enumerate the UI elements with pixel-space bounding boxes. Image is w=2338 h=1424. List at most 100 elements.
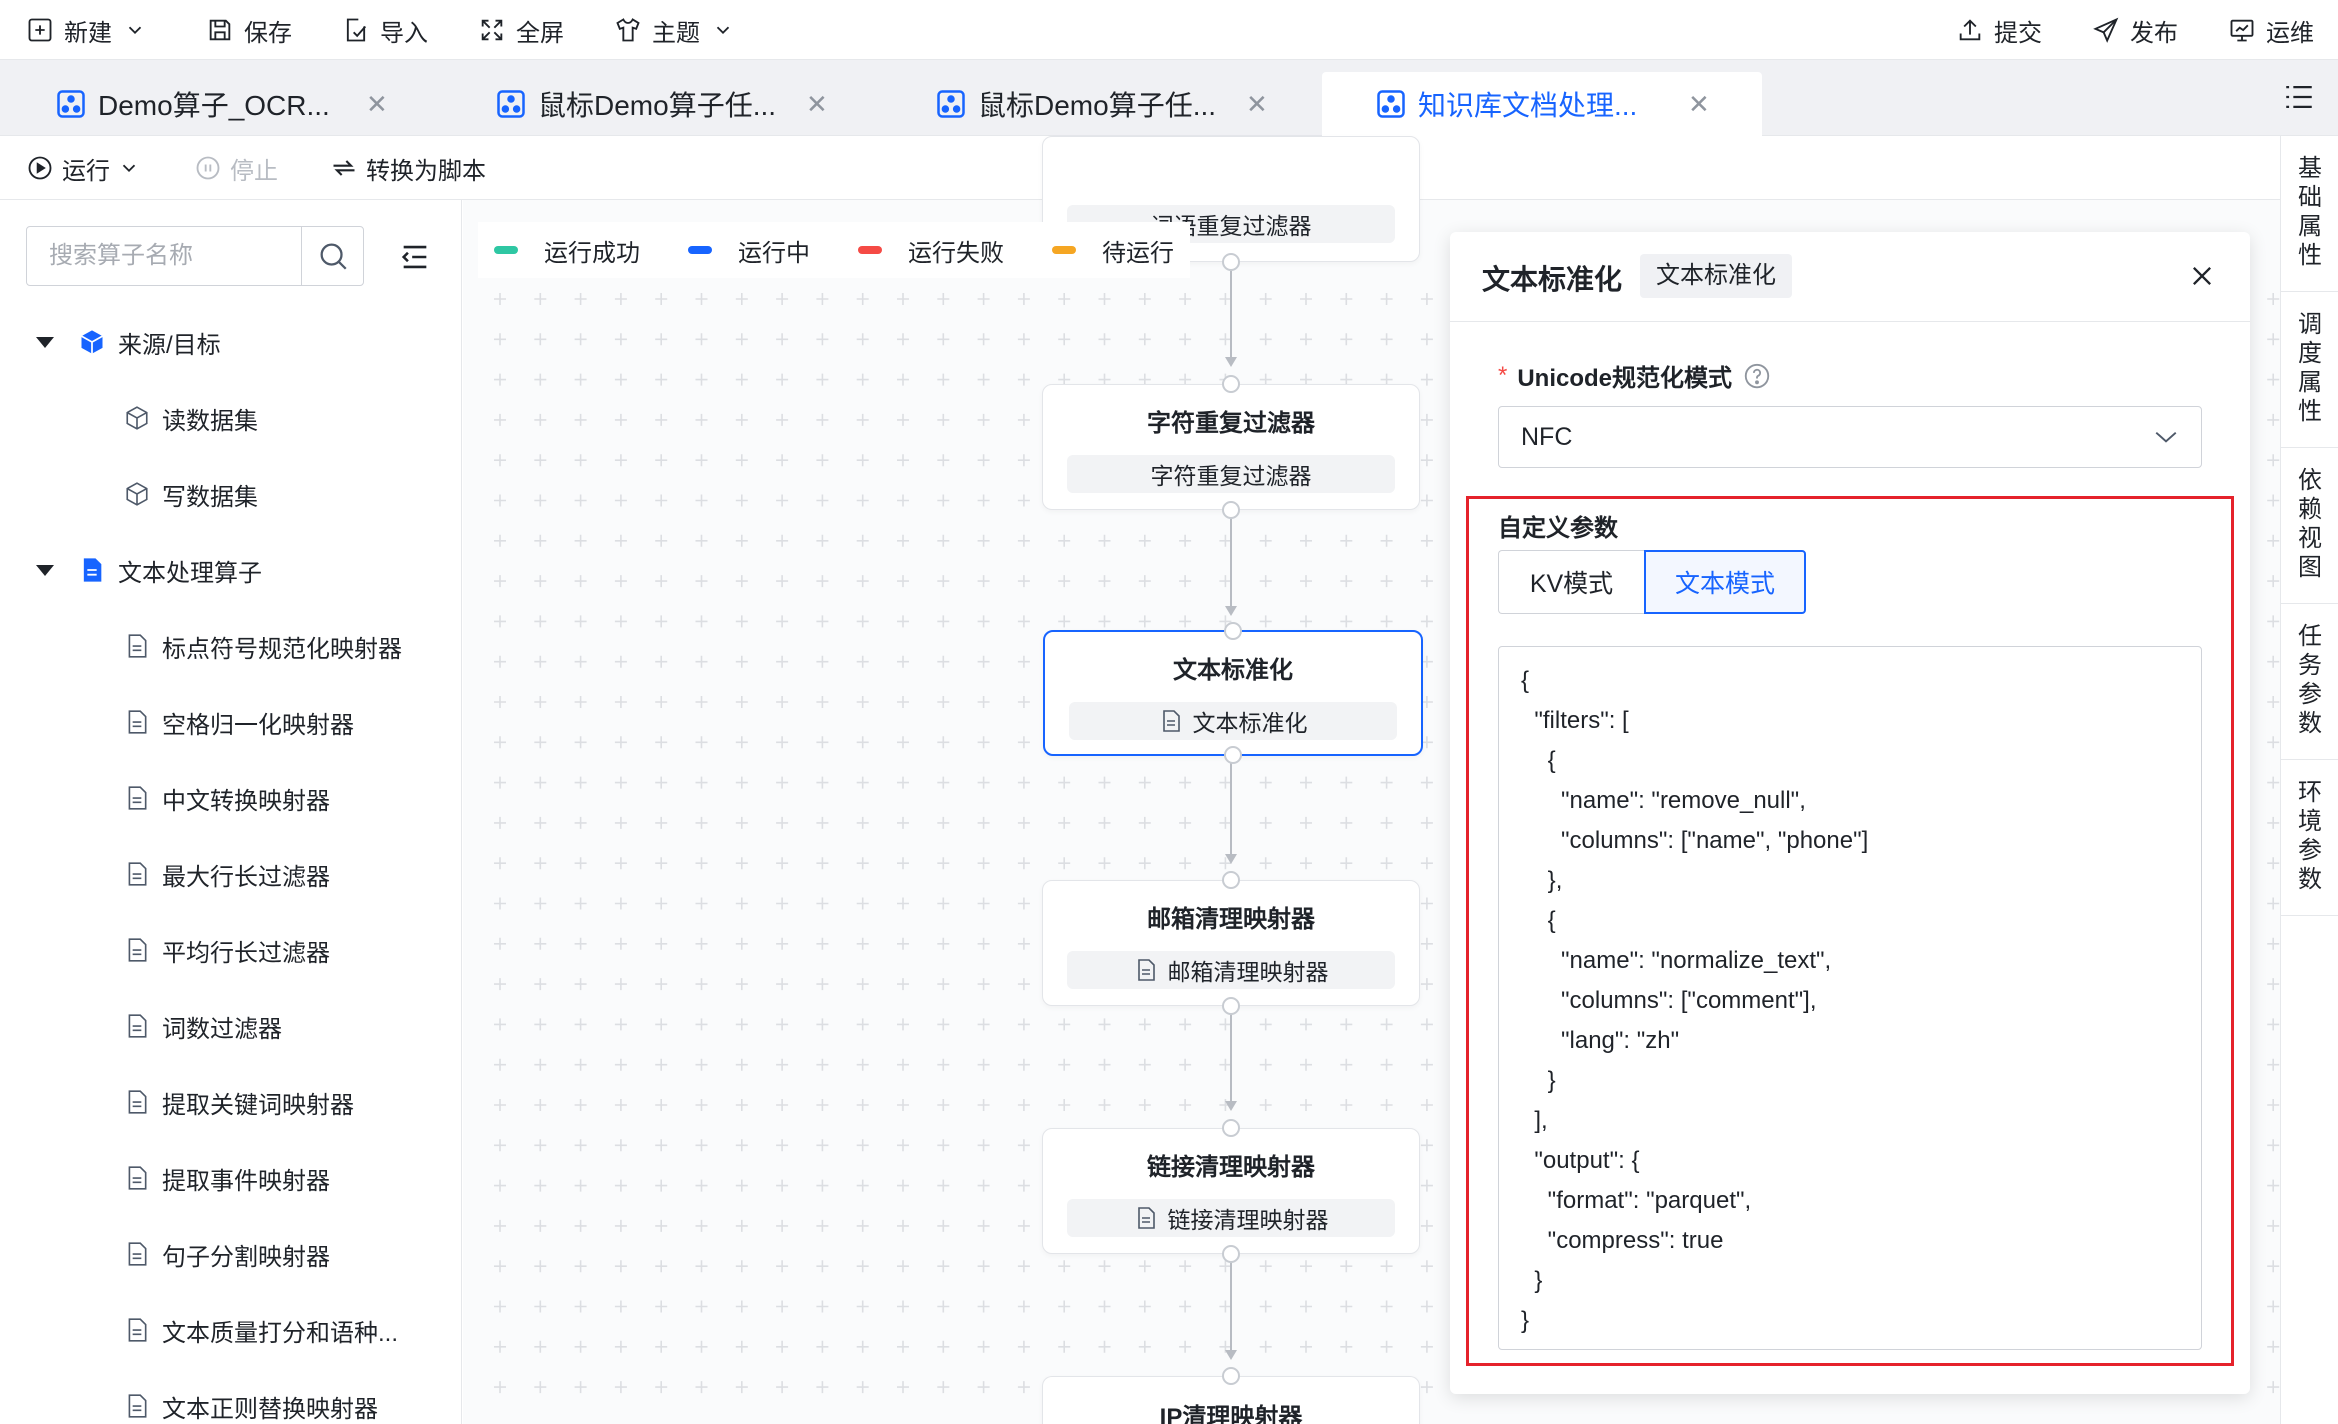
convert-label: 转换为脚本 <box>366 157 486 185</box>
node-output-port[interactable] <box>1224 746 1242 764</box>
tree-item-label: 词数过滤器 <box>162 1015 282 1043</box>
publish-label: 发布 <box>2130 19 2178 47</box>
custom-params-editor[interactable]: { "filters": [ { "name": "remove_null", … <box>1498 646 2202 1350</box>
import-button[interactable]: 导入 <box>342 0 428 60</box>
group-text-processing[interactable]: 文本处理算子 <box>36 550 262 590</box>
right-tab-1[interactable]: 调度属性 <box>2281 292 2338 448</box>
tab-mouse-demo-2[interactable]: 鼠标Demo算子任... ✕ <box>910 72 1310 136</box>
tree-item-label: 读数据集 <box>162 407 258 435</box>
tree-item-operator[interactable]: 标点符号规范化映射器 <box>124 626 402 666</box>
group-source-target[interactable]: 来源/目标 <box>36 322 221 362</box>
caret-down-icon <box>36 564 54 576</box>
publish-button[interactable]: 发布 <box>2092 0 2178 60</box>
new-button[interactable]: 新建 <box>26 0 146 60</box>
right-tab-char: 图 <box>2298 554 2322 581</box>
right-tab-label: 环境参数 <box>2298 778 2322 894</box>
node-output-port[interactable] <box>1222 1245 1240 1263</box>
node-input-port[interactable] <box>1222 1119 1240 1137</box>
fullscreen-button[interactable]: 全屏 <box>478 0 564 60</box>
ops-button[interactable]: 运维 <box>2228 0 2314 60</box>
tree-item-operator[interactable]: 提取事件映射器 <box>124 1158 330 1198</box>
document-icon <box>128 938 147 962</box>
search-button[interactable] <box>301 227 363 285</box>
search-input[interactable] <box>27 227 301 285</box>
right-tab-2[interactable]: 依赖视图 <box>2281 448 2338 604</box>
unicode-mode-select[interactable]: NFC <box>1498 406 2202 468</box>
node-input-port[interactable] <box>1222 375 1240 393</box>
theme-button[interactable]: 主题 <box>614 0 734 60</box>
node-sub-label: 字符重复过滤器 <box>1150 463 1312 489</box>
search-box <box>26 226 364 286</box>
tree-item-operator[interactable]: 文本质量打分和语种... <box>124 1310 398 1350</box>
tree-item-operator[interactable]: 中文转换映射器 <box>124 778 330 818</box>
text-mode-button[interactable]: 文本模式 <box>1644 550 1806 614</box>
tree-item-operator[interactable]: 句子分割映射器 <box>124 1234 330 1274</box>
run-button[interactable]: 运行 <box>26 136 148 200</box>
stop-button[interactable]: 停止 <box>194 136 278 200</box>
right-tab-0[interactable]: 基础属性 <box>2281 136 2338 292</box>
tree-item-operator[interactable]: 平均行长过滤器 <box>124 930 330 970</box>
node-link-clean[interactable]: 链接清理映射器 链接清理映射器 <box>1042 1119 1420 1263</box>
tree-item-write-dataset[interactable]: 写数据集 <box>124 474 258 514</box>
tab-demo-ocr[interactable]: Demo算子_OCR... ✕ <box>30 72 430 136</box>
tree-item-label: 空格归一化映射器 <box>162 711 354 739</box>
right-tab-char: 依 <box>2298 467 2322 494</box>
caret-down-icon <box>36 336 54 348</box>
node-output-port[interactable] <box>1222 253 1240 271</box>
document-icon <box>1137 1207 1155 1229</box>
panel-title: 文本标准化 <box>1482 264 1623 295</box>
node-input-port[interactable] <box>1224 622 1242 640</box>
node-input-port[interactable] <box>1222 871 1240 889</box>
node-char-repeat-filter[interactable]: 字符重复过滤器 字符重复过滤器 <box>1042 375 1420 519</box>
close-icon[interactable]: ✕ <box>1688 89 1710 120</box>
tab-knowledge-doc[interactable]: 知识库文档处理... ✕ <box>1322 72 1762 136</box>
node-subtitle: 字符重复过滤器 <box>1067 455 1395 493</box>
right-tab-3[interactable]: 任务参数 <box>2281 604 2338 760</box>
tree-item-operator[interactable]: 提取关键词映射器 <box>124 1082 354 1122</box>
fullscreen-icon <box>481 19 503 41</box>
close-icon[interactable]: ✕ <box>1246 89 1268 120</box>
submit-button[interactable]: 提交 <box>1956 0 2042 60</box>
help-icon[interactable] <box>1742 361 1772 391</box>
chevron-down-icon <box>2155 431 2177 443</box>
tree-item-operator[interactable]: 最大行长过滤器 <box>124 854 330 894</box>
tree-item-operator[interactable]: 空格归一化映射器 <box>124 702 354 742</box>
node-ip-clean[interactable]: IP清理映射器 <box>1042 1367 1420 1424</box>
tree-item-read-dataset[interactable]: 读数据集 <box>124 398 258 438</box>
node-text-normalize[interactable]: 文本标准化 文本标准化 <box>1043 622 1423 764</box>
kv-mode-button[interactable]: KV模式 <box>1498 550 1644 614</box>
node-sub-label: 链接清理映射器 <box>1167 1207 1329 1233</box>
collapse-sidebar-icon[interactable] <box>398 240 432 274</box>
convert-icon <box>333 160 355 176</box>
tab-mouse-demo-1[interactable]: 鼠标Demo算子任... ✕ <box>470 72 870 136</box>
convert-script-button[interactable]: 转换为脚本 <box>330 136 486 200</box>
node-output-port[interactable] <box>1222 501 1240 519</box>
legend-label: 运行成功 <box>544 239 640 267</box>
node-email-clean[interactable]: 邮箱清理映射器 邮箱清理映射器 <box>1042 871 1420 1015</box>
document-icon <box>128 1166 147 1190</box>
tree-item-operator[interactable]: 文本正则替换映射器 <box>124 1386 378 1424</box>
legend-swatch <box>858 246 882 254</box>
cube-outline-icon <box>126 406 148 430</box>
tree-item-label: 提取事件映射器 <box>162 1167 330 1195</box>
node-input-port[interactable] <box>1222 1367 1240 1385</box>
save-icon <box>209 19 231 41</box>
document-filled-icon <box>83 558 102 582</box>
node-output-port[interactable] <box>1222 997 1240 1015</box>
save-button[interactable]: 保存 <box>206 0 292 60</box>
chevron-down-icon <box>128 26 142 35</box>
list-menu-icon[interactable] <box>2282 80 2316 114</box>
right-tab-char: 度 <box>2298 340 2322 367</box>
right-tab-char: 视 <box>2298 525 2322 552</box>
tree-item-label: 文本正则替换映射器 <box>162 1395 378 1423</box>
node-title: 链接清理映射器 <box>1147 1154 1315 1181</box>
close-icon[interactable] <box>2188 262 2216 290</box>
close-icon[interactable]: ✕ <box>806 89 828 120</box>
legend-swatch <box>494 246 518 254</box>
tree-item-operator[interactable]: 词数过滤器 <box>124 1006 282 1046</box>
right-tab-4[interactable]: 环境参数 <box>2281 760 2338 916</box>
right-tab-char: 数 <box>2298 866 2322 893</box>
chevron-down-icon <box>122 164 136 173</box>
close-icon[interactable]: ✕ <box>366 89 388 120</box>
tab-label: 知识库文档处理... <box>1418 90 1638 121</box>
